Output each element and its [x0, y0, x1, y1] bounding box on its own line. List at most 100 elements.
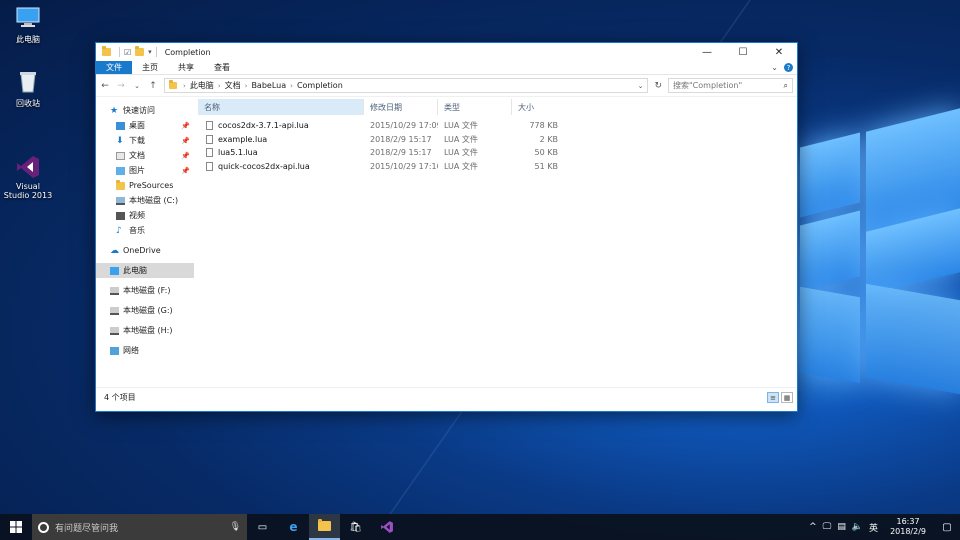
- forward-button[interactable]: →: [116, 81, 126, 91]
- chevron-right-icon[interactable]: ›: [218, 82, 221, 90]
- file-row[interactable]: quick-cocos2dx-api.lua 2015/10/29 17:10 …: [198, 160, 797, 174]
- refresh-icon[interactable]: ↻: [654, 81, 662, 91]
- nav-item-drive-c[interactable]: 本地磁盘 (C:): [96, 193, 194, 208]
- address-field[interactable]: › 此电脑 › 文档 › BabeLua › Completion ⌄: [164, 78, 649, 93]
- nav-item-drive-h[interactable]: 本地磁盘 (H:): [96, 323, 194, 338]
- file-icon: [206, 134, 213, 144]
- breadcrumb-babelua[interactable]: BabeLua: [251, 81, 286, 90]
- details-view-icon[interactable]: ≡: [767, 392, 779, 403]
- store-icon[interactable]: 🛍: [340, 514, 371, 540]
- edge-icon[interactable]: e: [278, 514, 309, 540]
- back-button[interactable]: ←: [100, 81, 110, 91]
- desktop-icon-recycle-bin[interactable]: 回收站: [0, 70, 56, 109]
- action-icon[interactable]: 🖵: [823, 522, 832, 532]
- file-name: quick-cocos2dx-api.lua: [218, 161, 310, 171]
- chevron-right-icon[interactable]: ›: [183, 82, 186, 90]
- breadcrumb-completion[interactable]: Completion: [297, 81, 343, 90]
- notification-center-icon[interactable]: ▢: [938, 522, 956, 533]
- desktop-icon-this-pc[interactable]: 此电脑: [0, 6, 56, 45]
- search-input[interactable]: 搜索"Completion" ⌕: [668, 78, 793, 93]
- maximize-button[interactable]: ☐: [725, 43, 761, 61]
- pin-icon[interactable]: 📌: [181, 137, 190, 145]
- pin-icon[interactable]: 📌: [181, 167, 190, 175]
- properties-icon[interactable]: ☑: [124, 48, 131, 57]
- network-icon: [110, 346, 119, 355]
- breadcrumb-this-pc[interactable]: 此电脑: [190, 80, 214, 91]
- nav-item-onedrive[interactable]: ☁ OneDrive: [96, 243, 194, 258]
- nav-item-this-pc[interactable]: 此电脑: [96, 263, 194, 278]
- nav-item-quick-access[interactable]: ★ 快速访问: [96, 103, 194, 118]
- volume-icon[interactable]: 🔈: [852, 522, 863, 532]
- breadcrumb-documents[interactable]: 文档: [225, 80, 241, 91]
- desktop-icon-visual-studio[interactable]: Visual Studio 2013: [0, 136, 56, 209]
- column-headers: 名称 修改日期 类型 大小: [198, 99, 797, 115]
- nav-item-desktop[interactable]: 桌面 📌: [96, 118, 194, 133]
- pin-icon[interactable]: 📌: [181, 152, 190, 160]
- new-folder-icon[interactable]: [135, 46, 145, 56]
- file-row[interactable]: example.lua 2018/2/9 15:17 LUA 文件 2 KB: [198, 133, 797, 147]
- up-button[interactable]: ↑: [148, 81, 158, 91]
- desktop-icon-label: Visual Studio 2013: [3, 182, 53, 200]
- chevron-right-icon[interactable]: ›: [245, 82, 248, 90]
- column-header-date[interactable]: 修改日期: [364, 99, 438, 115]
- file-explorer-icon[interactable]: [309, 514, 340, 540]
- quick-access-dropdown-icon[interactable]: ▾: [148, 48, 152, 56]
- nav-item-downloads[interactable]: ⬇ 下载 📌: [96, 133, 194, 148]
- wallpaper-pane: [800, 286, 860, 384]
- network-icon[interactable]: ▤: [837, 522, 846, 532]
- cortana-placeholder: 有问题尽管问我: [55, 523, 119, 534]
- nav-item-label: 文档: [129, 151, 145, 160]
- nav-item-music[interactable]: ♪ 音乐: [96, 223, 194, 238]
- wallpaper-pane: [866, 283, 960, 395]
- folder-icon: [102, 46, 111, 56]
- nav-item-drive-g[interactable]: 本地磁盘 (G:): [96, 303, 194, 318]
- windows-logo-icon: [10, 521, 22, 533]
- file-size: 2 KB: [539, 134, 558, 144]
- file-date: 2018/2/9 15:17: [370, 134, 432, 144]
- this-pc-icon: [110, 266, 119, 275]
- nav-item-documents[interactable]: 文档 📌: [96, 148, 194, 163]
- desktop-icon-label: 此电脑: [16, 35, 40, 44]
- clock[interactable]: 16:37 2018/2/9: [884, 517, 932, 537]
- recent-locations-button[interactable]: ⌄: [132, 82, 142, 90]
- clock-time: 16:37: [896, 517, 920, 526]
- nav-item-videos[interactable]: 视频: [96, 208, 194, 223]
- nav-item-drive-f[interactable]: 本地磁盘 (F:): [96, 283, 194, 298]
- ime-indicator[interactable]: 英: [869, 521, 878, 534]
- tab-view[interactable]: 查看: [204, 61, 240, 74]
- drive-icon: [116, 196, 125, 205]
- visual-studio-taskbar-icon[interactable]: [371, 514, 402, 540]
- minimize-button[interactable]: —: [689, 43, 725, 61]
- column-header-type[interactable]: 类型: [438, 99, 512, 115]
- title-bar[interactable]: ☑ ▾ Completion — ☐ ✕: [96, 43, 797, 61]
- drive-icon: [110, 306, 119, 315]
- system-tray: ^ 🖵 ▤ 🔈 英 16:37 2018/2/9 ▢: [809, 517, 960, 537]
- tab-share[interactable]: 共享: [168, 61, 204, 74]
- chevron-right-icon[interactable]: ›: [290, 82, 293, 90]
- large-icons-view-icon[interactable]: ▦: [781, 392, 793, 403]
- file-row[interactable]: cocos2dx-3.7.1-api.lua 2015/10/29 17:09 …: [198, 119, 797, 133]
- file-row[interactable]: lua5.1.lua 2018/2/9 15:17 LUA 文件 50 KB: [198, 146, 797, 160]
- file-date: 2015/10/29 17:09: [370, 121, 438, 131]
- help-icon[interactable]: ?: [784, 63, 793, 72]
- wallpaper-pane: [800, 132, 860, 218]
- column-header-size[interactable]: 大小: [512, 99, 562, 115]
- column-header-name[interactable]: 名称: [198, 99, 364, 115]
- tab-home[interactable]: 主页: [132, 61, 168, 74]
- start-button[interactable]: [0, 514, 32, 540]
- chevron-up-icon[interactable]: ^: [809, 522, 817, 532]
- expand-ribbon-icon[interactable]: ⌄: [771, 63, 778, 72]
- nav-item-presources[interactable]: PreSources: [96, 178, 194, 193]
- cortana-icon: [38, 521, 49, 533]
- nav-item-network[interactable]: 网络: [96, 343, 194, 358]
- close-button[interactable]: ✕: [761, 43, 797, 61]
- nav-item-pictures[interactable]: 图片 📌: [96, 163, 194, 178]
- address-dropdown-icon[interactable]: ⌄: [638, 82, 644, 90]
- tab-file[interactable]: 文件: [96, 61, 132, 74]
- microphone-icon[interactable]: 🎙: [230, 522, 241, 532]
- pin-icon[interactable]: 📌: [181, 122, 190, 130]
- task-view-icon[interactable]: ▭: [247, 514, 278, 540]
- cortana-search-box[interactable]: 有问题尽管问我 🎙: [32, 514, 247, 540]
- file-icon: [206, 148, 213, 158]
- nav-item-label: 本地磁盘 (G:): [123, 306, 173, 315]
